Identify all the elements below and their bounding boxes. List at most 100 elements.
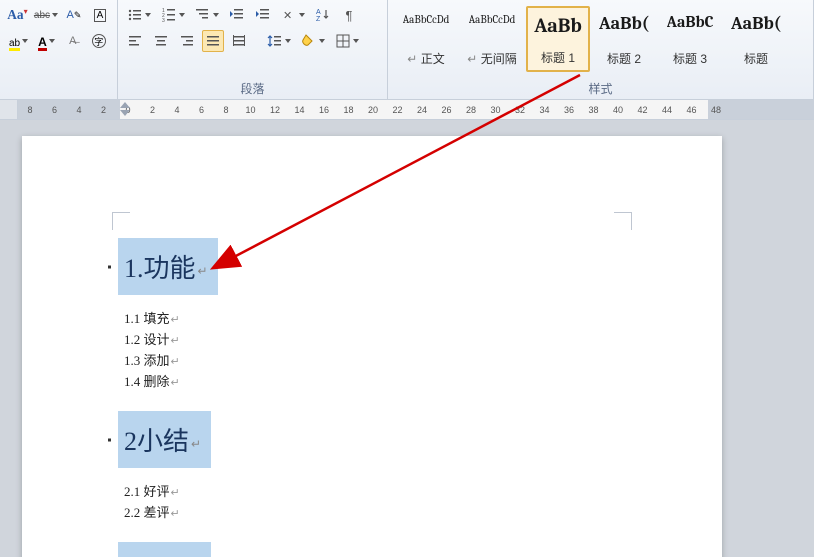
ruler-area: 8642024681012141618202224262830323436384… [0, 100, 814, 120]
align-right-button[interactable] [176, 30, 198, 52]
svg-text:Z: Z [316, 16, 321, 23]
ruler-tick: 14 [294, 100, 306, 119]
line-spacing-button[interactable] [264, 30, 294, 52]
style-item[interactable]: AaBb 标题 1 [526, 6, 590, 72]
change-case-button[interactable]: abc [33, 4, 59, 26]
return-mark-icon: ↵ [171, 487, 180, 499]
margin-corner-icon [112, 212, 130, 230]
style-label: ↵ 无间隔 [467, 50, 516, 67]
sub-item[interactable]: 1.1 填充↵ [124, 309, 618, 330]
ruler-tick: 40 [612, 100, 624, 119]
ruler-tick: 2 [98, 100, 110, 119]
increase-indent-button[interactable] [252, 4, 274, 26]
indent-marker-icon[interactable] [120, 102, 130, 116]
sub-item[interactable]: 2.1 好评↵ [124, 482, 618, 503]
heading-1[interactable]: 3结论↵ [118, 542, 211, 557]
return-mark-icon: ↵ [191, 437, 201, 451]
style-item[interactable]: AaBb(标题 [724, 6, 788, 72]
document-content[interactable]: 1.功能↵1.1 填充↵1.2 设计↵1.3 添加↵1.4 删除↵2小结↵2.1… [118, 230, 618, 557]
svg-text:3: 3 [162, 18, 165, 23]
document-area: 1.功能↵1.1 填充↵1.2 设计↵1.3 添加↵1.4 删除↵2小结↵2.1… [0, 120, 814, 557]
ruler-tick: 48 [710, 100, 722, 119]
heading-1[interactable]: 2小结↵ [118, 411, 211, 468]
phonetic-guide-button[interactable]: A✎ [63, 4, 85, 26]
paragraph-mark-icon [108, 438, 111, 441]
character-shading-button[interactable]: A̶ [62, 30, 84, 52]
shading-button[interactable] [298, 30, 328, 52]
ruler-tick: 8 [220, 100, 232, 119]
align-distributed-button[interactable] [228, 30, 250, 52]
borders-button[interactable] [332, 30, 362, 52]
enclose-characters-button[interactable]: 字 [88, 30, 110, 52]
ruler-tick: 10 [245, 100, 257, 119]
ribbon-group-styles: AaBbCcDd↵ 正文AaBbCcDd↵ 无间隔AaBb标题 1AaBb(标题… [388, 0, 814, 99]
heading-text: 功能 [144, 254, 196, 283]
group-label-paragraph: 段落 [118, 80, 387, 97]
heading-number: 2 [124, 427, 137, 456]
sort-button[interactable]: AZ [312, 4, 334, 26]
highlight-color-button[interactable]: ab [6, 30, 31, 52]
return-mark-icon: ↵ [171, 356, 180, 368]
decrease-indent-button[interactable] [226, 4, 248, 26]
ruler-tick: 6 [49, 100, 61, 119]
style-preview: AaBbCcDd [469, 13, 516, 26]
ruler-tick: 42 [637, 100, 649, 119]
style-preview: AaBb( [599, 13, 649, 34]
style-gallery: AaBbCcDd↵ 正文AaBbCcDd↵ 无间隔AaBb标题 1AaBb(标题… [394, 6, 807, 72]
sub-item[interactable]: 1.3 添加↵ [124, 351, 618, 372]
sub-item[interactable]: 1.2 设计↵ [124, 330, 618, 351]
style-preview: AaBbCcDd [403, 13, 450, 26]
ribbon-group-paragraph: 123 ✕ AZ [118, 0, 388, 99]
character-border-button[interactable]: A [89, 4, 111, 26]
font-color-button[interactable]: A [35, 30, 58, 52]
align-left-button[interactable] [124, 30, 146, 52]
style-label: 标题 [744, 50, 768, 67]
ruler-corner[interactable] [0, 100, 18, 119]
align-center-button[interactable] [150, 30, 172, 52]
paragraph-mark-icon [108, 265, 111, 268]
style-label: ↵ 正文 [407, 50, 444, 67]
sub-item[interactable]: 1.4 删除↵ [124, 372, 618, 393]
multilevel-list-button[interactable] [192, 4, 222, 26]
margin-corner-icon [614, 212, 632, 230]
asian-layout-button[interactable]: ✕ [278, 4, 308, 26]
style-item[interactable]: AaBbCcDd ↵ 正文 [394, 6, 458, 72]
show-marks-button[interactable]: ¶ [338, 4, 360, 26]
heading-text: 小结 [137, 427, 189, 456]
ruler-tick: 30 [490, 100, 502, 119]
sub-list: 2.1 好评↵2.2 差评↵ [124, 482, 618, 524]
ruler-tick: 8 [24, 100, 36, 119]
ruler-tick: 34 [539, 100, 551, 119]
ruler-tick: 18 [343, 100, 355, 119]
style-label: 标题 1 [541, 49, 575, 66]
style-item[interactable]: AaBbC标题 3 [658, 6, 722, 72]
horizontal-ruler[interactable]: 8642024681012141618202224262830323436384… [18, 100, 814, 119]
return-mark-icon: ↵ [171, 314, 180, 326]
ruler-tick: 20 [367, 100, 379, 119]
style-preview: AaBb [534, 14, 582, 37]
style-preview: AaBbC [667, 13, 714, 31]
group-label-styles: 样式 [388, 80, 813, 97]
return-mark-icon: ↵ [171, 508, 180, 520]
page[interactable]: 1.功能↵1.1 填充↵1.2 设计↵1.3 添加↵1.4 删除↵2小结↵2.1… [22, 136, 722, 557]
ruler-tick: 26 [441, 100, 453, 119]
sub-list: 1.1 填充↵1.2 设计↵1.3 添加↵1.4 删除↵ [124, 309, 618, 393]
ruler-tick: 36 [563, 100, 575, 119]
grow-shrink-font-button[interactable]: Aa ▾ [6, 4, 29, 26]
numbering-button[interactable]: 123 [158, 4, 188, 26]
ruler-tick: 28 [465, 100, 477, 119]
ruler-tick: 16 [318, 100, 330, 119]
heading-1[interactable]: 1.功能↵ [118, 238, 218, 295]
return-mark-icon: ↵ [171, 335, 180, 347]
svg-text:✕: ✕ [283, 10, 292, 22]
style-item[interactable]: AaBb(标题 2 [592, 6, 656, 72]
svg-text:A: A [316, 9, 321, 16]
ribbon-group-font: Aa ▾ abc A✎ A ab [0, 0, 118, 99]
align-justify-button[interactable] [202, 30, 224, 52]
ribbon: Aa ▾ abc A✎ A ab [0, 0, 814, 100]
bullets-button[interactable] [124, 4, 154, 26]
style-item[interactable]: AaBbCcDd ↵ 无间隔 [460, 6, 524, 72]
sub-item[interactable]: 2.2 差评↵ [124, 503, 618, 524]
ruler-tick: 12 [269, 100, 281, 119]
ruler-tick: 4 [171, 100, 183, 119]
